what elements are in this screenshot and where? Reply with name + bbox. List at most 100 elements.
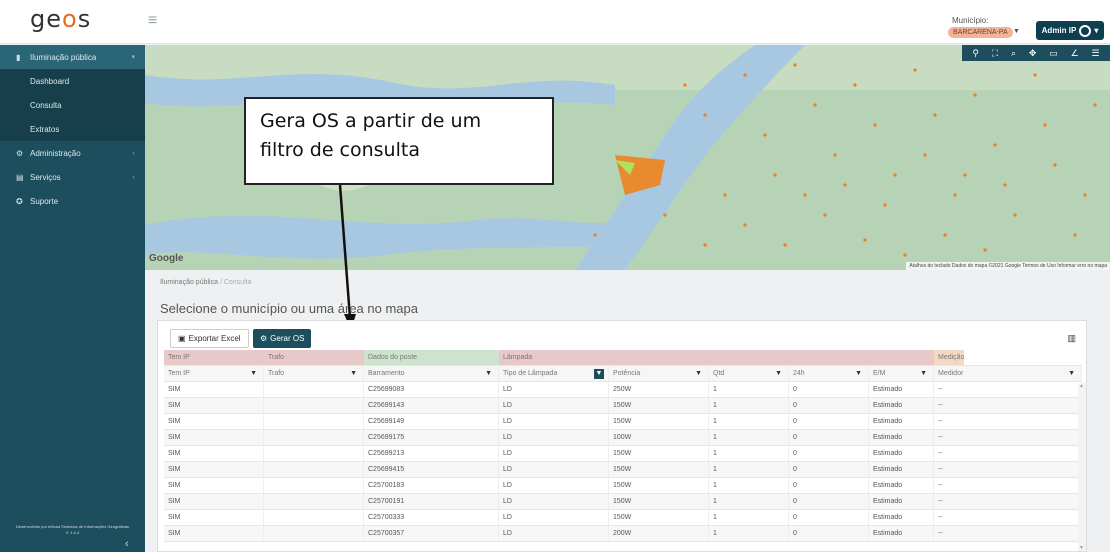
chevron-down-icon[interactable]: ▼ [1013, 28, 1020, 35]
table-cell: SIM [164, 382, 264, 397]
list-icon[interactable]: ☰ [1091, 48, 1099, 59]
table-scrollbar[interactable] [1078, 383, 1086, 551]
table-cell: C25699415 [364, 462, 499, 477]
sidebar-item-servicos[interactable]: ▤ Serviços ‹ [0, 165, 145, 189]
column-header[interactable]: E/M ▼ [869, 366, 934, 381]
sidebar-item-administracao[interactable]: ⚙ Administração ‹ [0, 141, 145, 165]
table-cell: 100W [609, 430, 709, 445]
layer-icon[interactable]: ▭ [1049, 48, 1058, 59]
annotation-callout: Gera OS a partir de um filtro de consult… [244, 97, 554, 185]
table-group-cell: Dados do poste [364, 350, 499, 365]
table-cell: 0 [789, 446, 869, 461]
table-cell: 0 [789, 430, 869, 445]
pin-icon[interactable]: ⚲ [972, 48, 979, 59]
menu-toggle-icon[interactable]: ≡ [148, 12, 157, 30]
support-icon: ✪ [16, 196, 23, 206]
fullscreen-icon[interactable]: ⛶ [992, 48, 998, 59]
sidebar-item-suporte[interactable]: ✪ Suporte [0, 189, 145, 213]
table-cell: 1 [709, 446, 789, 461]
table-cell: 1 [709, 510, 789, 525]
table-row[interactable]: SIM C25700183 LD 150W 1 0 Estimado -- [164, 478, 1082, 494]
geos-logo[interactable]: geos [30, 5, 91, 33]
table-cell: 150W [609, 494, 709, 509]
search-icon[interactable]: ⌕ [1011, 48, 1016, 59]
column-header[interactable]: Qtd ▼ [709, 366, 789, 381]
table-cell: 0 [789, 526, 869, 541]
column-header[interactable]: Barramento ▼ [364, 366, 499, 381]
table-row[interactable]: SIM C25699213 LD 150W 1 0 Estimado -- [164, 446, 1082, 462]
google-logo: Google [149, 253, 184, 264]
table-cell [264, 526, 364, 541]
user-icon [1079, 24, 1092, 37]
table-cell: Estimado [869, 414, 934, 429]
sidebar-item-iluminacao[interactable]: ▮ Iluminação pública ▾ [0, 45, 145, 69]
table-group-cell: Medição [934, 350, 965, 365]
table-cell: LD [499, 382, 609, 397]
filter-icon[interactable]: ▼ [350, 370, 357, 377]
filter-icon[interactable]: ▼ [485, 370, 492, 377]
table-row[interactable]: SIM C25699143 LD 150W 1 0 Estimado -- [164, 398, 1082, 414]
table-cell [264, 478, 364, 493]
column-header[interactable]: Tipo de Lâmpada ▼ [499, 366, 609, 381]
table-cell: LD [499, 462, 609, 477]
table-cell: -- [934, 526, 1082, 541]
table-cell [264, 510, 364, 525]
move-icon[interactable]: ✥ [1029, 48, 1037, 59]
collapse-sidebar-icon[interactable]: ‹ [125, 538, 129, 550]
top-header: geos ≡ Município: BARCARENA-PA ▼ Admin I… [0, 0, 1110, 44]
map-attribution[interactable]: Atalhos do teclado Dados do mapa ©2021 G… [906, 262, 1110, 270]
table-cell [264, 462, 364, 477]
column-header[interactable]: Medidor ▼ [934, 366, 1082, 381]
table-row[interactable]: SIM C25699083 LD 250W 1 0 Estimado -- [164, 382, 1082, 398]
municipio-select[interactable]: BARCARENA-PA [948, 27, 1013, 38]
sidebar-footer: Desenvolvido por eMcad Sistemas de Infor… [16, 524, 129, 535]
table-cell: Estimado [869, 494, 934, 509]
table-row[interactable]: SIM C25699149 LD 150W 1 0 Estimado -- [164, 414, 1082, 430]
sidebar-item-consulta[interactable]: Consulta [0, 93, 145, 117]
sidebar-item-extratos[interactable]: Extratos [0, 117, 145, 141]
user-menu-button[interactable]: Admin IP ▾ [1036, 21, 1104, 40]
draw-icon[interactable]: ∠ [1071, 48, 1079, 59]
export-excel-button[interactable]: ▣ Exportar Excel [170, 329, 249, 348]
table-cell: SIM [164, 510, 264, 525]
sidebar: ▮ Iluminação pública ▾ Dashboard Consult… [0, 45, 145, 552]
results-panel: ▣ Exportar Excel ⚙ Gerar OS ▥ Tem IP Traf… [157, 320, 1087, 552]
table-cell: Estimado [869, 462, 934, 477]
table-row[interactable]: SIM C25699415 LD 150W 1 0 Estimado -- [164, 462, 1082, 478]
gear-icon: ⚙ [16, 148, 24, 158]
column-header[interactable]: Trafo ▼ [264, 366, 364, 381]
sidebar-item-dashboard[interactable]: Dashboard [0, 69, 145, 93]
table-cell: Estimado [869, 398, 934, 413]
filter-icon[interactable]: ▼ [594, 368, 604, 379]
table-cell: SIM [164, 494, 264, 509]
filter-icon[interactable]: ▼ [775, 370, 782, 377]
columns-icon[interactable]: ▥ [1067, 333, 1076, 344]
table-cell: SIM [164, 446, 264, 461]
column-header[interactable]: Potência ▼ [609, 366, 709, 381]
generate-os-button[interactable]: ⚙ Gerar OS [253, 329, 312, 348]
table-cell: C25700357 [364, 526, 499, 541]
table-cell: 1 [709, 494, 789, 509]
table-cell: -- [934, 478, 1082, 493]
column-header[interactable]: Tem IP ▼ [164, 366, 264, 381]
table-header: Tem IP ▼ Trafo ▼ Barramento ▼ Tipo de Lâmpada ▼… [164, 366, 1082, 382]
filter-icon[interactable]: ▼ [855, 370, 862, 377]
chevron-down-icon: ▾ [131, 54, 135, 61]
table-cell: 150W [609, 414, 709, 429]
filter-icon[interactable]: ▼ [920, 370, 927, 377]
table-cell: -- [934, 430, 1082, 445]
table-row[interactable]: SIM C25699175 LD 100W 1 0 Estimado -- [164, 430, 1082, 446]
table-row[interactable]: SIM C25700357 LD 200W 1 0 Estimado -- [164, 526, 1082, 542]
table-cell: 1 [709, 382, 789, 397]
table-row[interactable]: SIM C25700191 LD 150W 1 0 Estimado -- [164, 494, 1082, 510]
table-cell [264, 398, 364, 413]
breadcrumb: Iluminação pública / Consulta [160, 279, 252, 286]
column-header[interactable]: 24h ▼ [789, 366, 869, 381]
table-cell: LD [499, 414, 609, 429]
filter-icon[interactable]: ▼ [695, 370, 702, 377]
os-icon: ⚙ [260, 334, 268, 343]
filter-icon[interactable]: ▼ [250, 370, 257, 377]
table-row[interactable]: SIM C25700333 LD 150W 1 0 Estimado -- [164, 510, 1082, 526]
table-cell: 150W [609, 478, 709, 493]
filter-icon[interactable]: ▼ [1068, 370, 1075, 377]
